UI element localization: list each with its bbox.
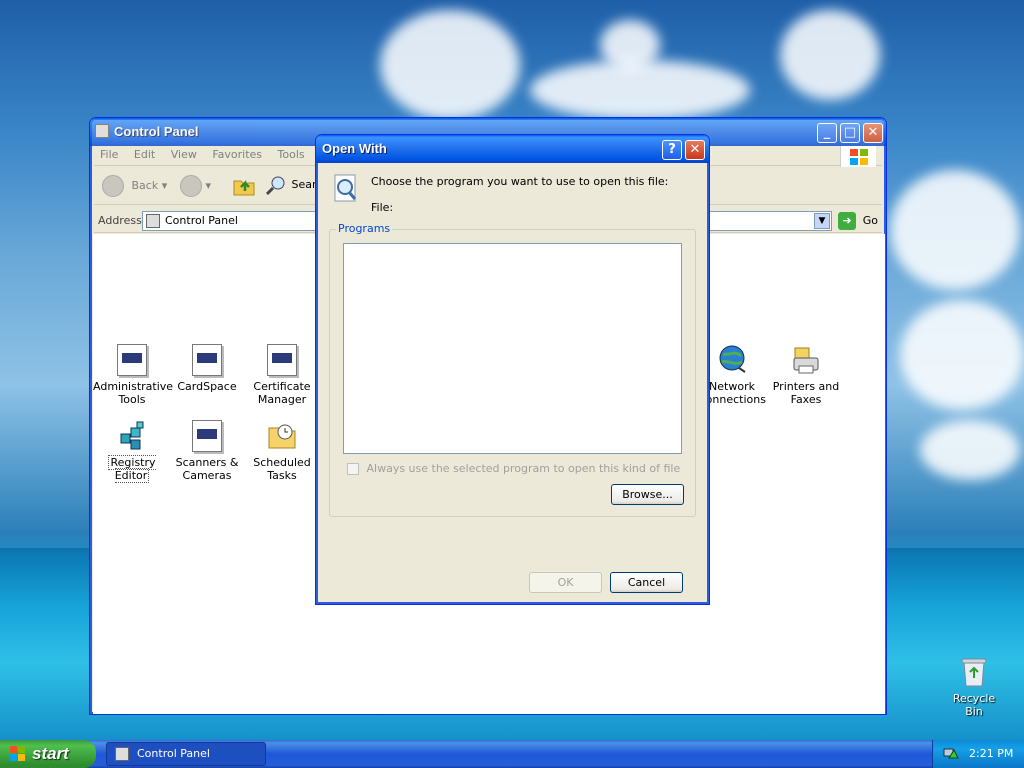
windows-flag-icon [10,746,26,762]
cardspace-icon [192,344,222,376]
cp-item-scanners-cameras[interactable]: Scanners & Cameras [168,420,246,482]
taskbar: start Control Panel 2:21 PM [0,740,1024,768]
programs-group-label: Programs [336,222,393,235]
cp-item-administrative-tools[interactable]: Administrative Tools [93,344,174,406]
recycle-bin-icon [959,656,989,688]
back-label: Back [131,179,159,192]
recycle-bin-label: Recycle Bin [952,692,996,718]
cp-item-label: Administrative Tools [93,380,174,406]
cp-item-label: Certificate Manager [253,380,311,406]
cp-item-registry-editor[interactable]: Registry Editor [93,420,171,483]
cp-item-label: Registry Editor [108,455,156,483]
forward-button[interactable]: ▾ [180,175,211,197]
cp-item-label: CardSpace [177,380,237,393]
minimize-button[interactable]: _ [817,123,837,143]
instruction-text: Choose the program you want to use to op… [371,175,669,188]
menu-favorites[interactable]: Favorites [206,146,268,163]
open-with-dialog: Open With ? ✕ Choose the program you wan… [315,134,710,605]
ok-button[interactable]: OK [529,572,602,593]
go-arrow-icon[interactable]: ➜ [838,212,856,230]
maximize-button[interactable]: □ [840,123,860,143]
dialog-body: Choose the program you want to use to op… [319,163,706,601]
printer-icon [791,344,821,376]
address-label: Address [98,214,142,227]
back-arrow-icon [102,175,124,197]
cp-item-certificate-manager[interactable]: Certificate Manager [243,344,321,406]
cloud [380,10,520,120]
cancel-button[interactable]: Cancel [610,572,683,593]
cp-item-scheduled-tasks[interactable]: Scheduled Tasks [243,420,321,482]
system-tray: 2:21 PM [932,740,1024,768]
cloud [920,420,1020,480]
address-dropdown-icon[interactable]: ▼ [814,213,830,229]
dialog-title: Open With [322,141,387,156]
always-use-checkbox[interactable]: Always use the selected program to open … [347,462,680,475]
clock[interactable]: 2:21 PM [969,747,1013,760]
cp-item-label: Printers and Faxes [772,380,840,406]
control-panel-task-icon [115,747,129,761]
scheduled-tasks-folder-icon [267,420,297,452]
registry-cubes-icon [117,420,147,452]
programs-list[interactable] [343,243,682,454]
close-button[interactable]: ✕ [863,123,883,143]
control-panel-icon [95,124,109,138]
file-search-icon [331,173,361,208]
menu-edit[interactable]: Edit [128,146,161,163]
go-button[interactable]: Go [863,214,878,227]
cloud [530,60,750,120]
dialog-close-button[interactable]: ✕ [685,140,705,160]
file-label: File: [371,201,394,214]
always-use-label: Always use the selected program to open … [366,462,681,475]
help-button[interactable]: ? [662,140,682,160]
start-label: start [32,744,69,763]
recycle-bin[interactable]: Recycle Bin [944,656,1004,718]
cloud [600,20,660,70]
dialog-titlebar[interactable]: Open With ? ✕ [316,135,709,163]
cp-item-label: Scheduled Tasks [253,456,311,482]
back-button[interactable]: Back ▾ [102,175,167,197]
cp-item-label: Scanners & Cameras [175,456,239,482]
windows-logo-icon [840,146,876,168]
forward-arrow-icon [180,175,202,197]
checkbox-box [347,463,359,475]
cloud [900,300,1024,410]
network-tray-icon[interactable] [943,746,959,762]
scanners-cameras-icon [192,420,222,452]
menu-file[interactable]: File [94,146,124,163]
certificate-manager-icon [267,344,297,376]
control-panel-small-icon [146,214,160,228]
search-icon [265,176,285,196]
taskbar-item-label: Control Panel [137,747,210,760]
address-value: Control Panel [165,214,238,227]
taskbar-item-control-panel[interactable]: Control Panel [106,742,266,766]
up-folder-icon [233,179,255,196]
up-folder-button[interactable] [232,173,256,200]
programs-group: Programs Always use the selected program… [329,222,696,517]
menu-view[interactable]: View [165,146,203,163]
cloud [890,170,1020,290]
start-button[interactable]: start [0,740,96,768]
network-globe-icon [717,344,747,376]
cloud [780,10,880,100]
search-button[interactable]: Searc [264,173,322,197]
menu-tools[interactable]: Tools [272,146,311,163]
window-title: Control Panel [114,124,199,139]
browse-button[interactable]: Browse... [611,484,684,505]
cp-item-printers-and-faxes[interactable]: Printers and Faxes [767,344,845,406]
administrative-tools-icon [117,344,147,376]
cp-item-cardspace[interactable]: CardSpace [168,344,246,393]
